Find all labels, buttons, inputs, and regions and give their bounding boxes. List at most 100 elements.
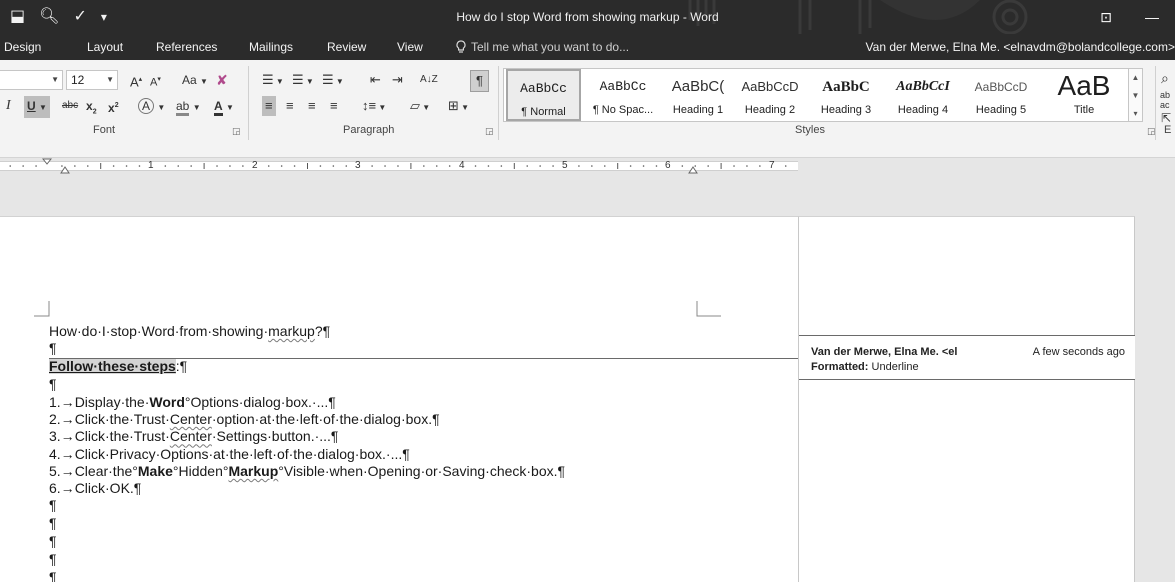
steps-heading-line[interactable]: Follow·these·steps:¶ — [49, 358, 187, 375]
ruler-number: 3 — [355, 160, 361, 171]
ruler-tick — [642, 165, 645, 167]
revision-balloon[interactable]: Van der Merwe, Elna Me. <el A few second… — [799, 335, 1135, 380]
first-line-indent-marker[interactable] — [42, 158, 52, 174]
style-preview: AaBbC( — [671, 78, 725, 95]
tab-layout[interactable]: Layout — [87, 34, 123, 60]
revision-author: Van der Merwe, Elna Me. <el — [811, 346, 958, 358]
line-spacing-icon[interactable]: ↕≡ ▼ — [362, 96, 386, 118]
step-item[interactable]: 1.→Display·the·Word°Options·dialog·box.·… — [49, 394, 336, 411]
italic-button[interactable]: I — [6, 96, 11, 116]
tab-view[interactable]: View — [397, 34, 423, 60]
ruler-tick — [435, 165, 438, 167]
font-group-label: Font — [93, 124, 116, 136]
style-heading-3[interactable]: AaBbC Heading 3 — [809, 69, 883, 121]
empty-paragraph[interactable]: ¶ — [49, 497, 57, 514]
empty-paragraph[interactable]: ¶ — [49, 533, 57, 550]
find-icon[interactable]: ⌕ — [1161, 68, 1169, 88]
text-effects-button[interactable]: A ▼ — [138, 96, 165, 118]
gallery-more-icon[interactable]: ▾ — [1129, 105, 1142, 123]
change-case-button[interactable]: Aa ▼ — [182, 70, 208, 92]
grow-font-button[interactable]: A▴ — [130, 70, 142, 92]
shading-icon[interactable]: ▱ ▼ — [410, 96, 430, 118]
replace-icon[interactable]: ab ac — [1160, 90, 1175, 110]
editing-group-label: E — [1164, 124, 1172, 136]
font-name-box[interactable]: ▼ — [0, 70, 63, 90]
ruler-tick — [293, 165, 296, 167]
horizontal-ruler[interactable]: 1 2 3 4 5 6 7 — [0, 158, 1175, 174]
clear-formatting-icon[interactable]: ✘ — [216, 70, 228, 90]
style-heading-1[interactable]: AaBbC( Heading 1 — [663, 69, 733, 121]
user-account[interactable]: Van der Merwe, Elna Me. <elnavdm@bolandc… — [866, 34, 1175, 60]
step-item[interactable]: 4.→Click·Privacy·Options·at·the·left·of·… — [49, 446, 410, 463]
paragraph-group-label: Paragraph — [343, 124, 395, 136]
style-no-spacing[interactable]: AaBbCc ¶ No Spac... — [583, 69, 663, 121]
increase-indent-icon[interactable]: ⇥ — [392, 70, 403, 90]
step-item[interactable]: 6.→Click·OK.¶ — [49, 480, 141, 497]
shrink-font-button[interactable]: A▾ — [150, 70, 161, 93]
empty-paragraph[interactable]: ¶ — [49, 340, 57, 357]
justify-icon[interactable]: ≡ — [330, 96, 338, 116]
step-item[interactable]: 5.→Clear·the°Make°Hidden°Markup°Visible·… — [49, 463, 565, 480]
empty-paragraph[interactable]: ¶ — [49, 515, 57, 532]
change-case-label: Aa — [182, 73, 197, 87]
style-heading-5[interactable]: AaBbCcD Heading 5 — [963, 69, 1039, 121]
decrease-indent-icon[interactable]: ⇤ — [370, 70, 381, 90]
style-heading-2[interactable]: AaBbCcD Heading 2 — [733, 69, 807, 121]
ruler-number: 5 — [562, 160, 568, 171]
ribbon-display-options-icon[interactable]: ⊡ — [1083, 0, 1129, 34]
step-text: Word — [149, 394, 185, 410]
multilevel-list-icon[interactable]: ☰ ▼ — [322, 70, 344, 92]
step-item[interactable]: 3.→Click·the·Trust·Center·Settings·butto… — [49, 428, 338, 445]
styles-group-label: Styles — [795, 124, 825, 136]
empty-paragraph[interactable]: ¶ — [49, 551, 57, 568]
strikethrough-button[interactable]: abc — [62, 96, 78, 116]
ribbon-separator — [498, 66, 499, 140]
style-name: ¶ No Spac... — [592, 104, 654, 116]
tab-review[interactable]: Review — [327, 34, 366, 60]
style-normal[interactable]: AaBbCc ¶ Normal — [506, 69, 581, 121]
empty-paragraph[interactable]: ¶ — [49, 569, 57, 582]
ruler-number: 1 — [148, 160, 154, 171]
font-color-button[interactable]: A ▼ — [214, 96, 234, 118]
tell-me-box[interactable]: Tell me what you want to do... — [455, 34, 629, 60]
document-page[interactable]: How·do·I·stop·Word·from·showing·markup?¶… — [0, 216, 798, 582]
gallery-up-icon[interactable]: ▲ — [1129, 69, 1142, 87]
align-center-icon[interactable]: ≡ — [286, 96, 294, 116]
font-dialog-launcher-icon[interactable]: ◲ — [232, 126, 241, 137]
spelling-flagged-word: Center — [169, 411, 212, 428]
align-right-icon[interactable]: ≡ — [308, 96, 316, 116]
align-left-icon[interactable]: ≡ — [262, 96, 276, 116]
ruler-tick — [332, 165, 335, 167]
ruler-tick — [733, 165, 735, 167]
borders-icon[interactable]: ⊞ ▼ — [448, 96, 469, 118]
empty-paragraph[interactable]: ¶ — [49, 376, 57, 393]
show-formatting-marks-button[interactable]: ¶ — [470, 70, 489, 92]
numbering-icon[interactable]: ☰ ▼ — [292, 70, 314, 92]
step-number: 3.→ — [49, 428, 75, 445]
highlight-button[interactable]: ab ▼ — [176, 96, 201, 118]
superscript-button[interactable]: x2 — [108, 96, 119, 118]
spelling-flagged-word[interactable]: markup — [268, 323, 315, 339]
subscript-button[interactable]: x2 — [86, 96, 97, 122]
style-preview: AaBbCc — [520, 81, 567, 96]
font-size-box[interactable]: 12 ▼ — [66, 70, 118, 90]
paragraph-dialog-launcher-icon[interactable]: ◲ — [485, 126, 494, 137]
style-title[interactable]: AaB Title — [1041, 69, 1127, 121]
tab-design[interactable]: Design — [4, 34, 41, 60]
tab-references[interactable]: References — [156, 34, 217, 60]
gallery-down-icon[interactable]: ▼ — [1129, 87, 1142, 105]
style-name: Heading 3 — [820, 104, 872, 116]
ribbon: ▼ 12 ▼ A▴ A▾ Aa ▼ ✘ I U ▼ abc x2 x2 A ▼ a… — [0, 60, 1175, 158]
ruler-tick — [591, 165, 593, 167]
step-item[interactable]: 2.→Click·the·Trust·Center·option·at·the·… — [49, 411, 440, 428]
style-heading-4[interactable]: AaBbCcI Heading 4 — [885, 69, 961, 121]
highlight-label: ab — [176, 99, 190, 116]
tab-mailings[interactable]: Mailings — [249, 34, 293, 60]
sort-icon[interactable]: A↓Z — [420, 70, 438, 90]
ruler-tick — [500, 165, 503, 167]
ruler-tick — [280, 165, 283, 167]
bullets-icon[interactable]: ☰ ▼ — [262, 70, 284, 92]
document-title-line[interactable]: How·do·I·stop·Word·from·showing·markup?¶ — [49, 323, 330, 340]
underline-button[interactable]: U ▼ — [24, 96, 50, 118]
minimize-icon[interactable]: — — [1129, 0, 1175, 34]
